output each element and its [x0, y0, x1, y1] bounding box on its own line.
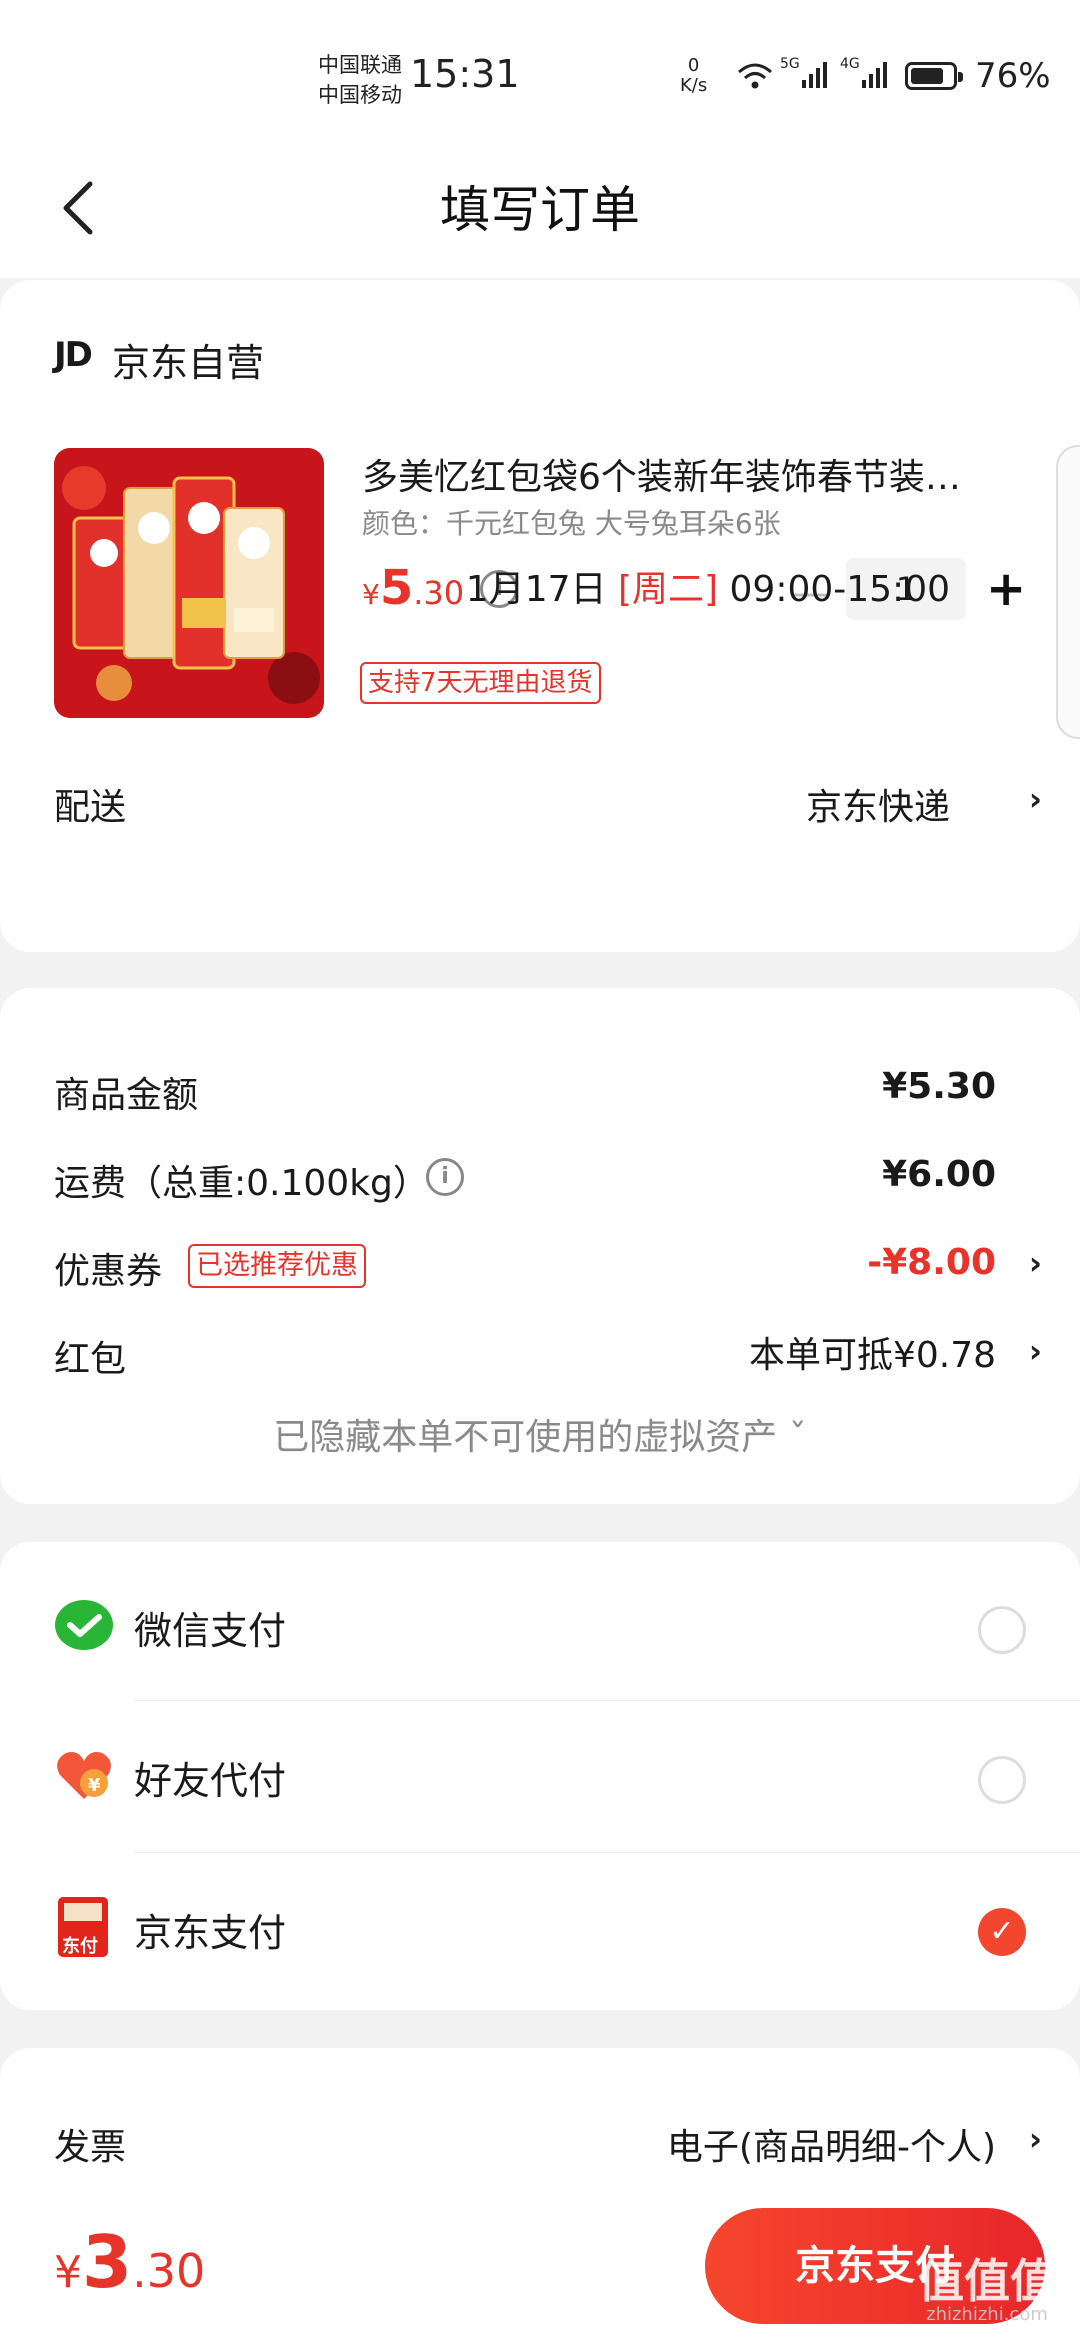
order-item-card: JD 京东自营 多美忆红包袋6个装新年装饰春节装… 颜色：千元红包兔 大号兔耳朵… — [0, 280, 1080, 952]
watermark: 值值值 zhizhizhi.com — [918, 2258, 1056, 2326]
net-speed-value: 0 — [687, 55, 700, 76]
carrier-info: 中国联通 中国移动 — [318, 50, 402, 110]
payment-option-jd[interactable]: 东付 京东支付 ✓ — [54, 1852, 1026, 2002]
side-drawer-handle[interactable] — [1056, 445, 1080, 739]
jd-logo: JD — [54, 335, 93, 375]
signal-5g-label: 5G — [780, 56, 800, 72]
net-speed-unit: K/s — [680, 75, 708, 96]
red-packet-value[interactable]: 本单可抵¥0.78 — [749, 1326, 996, 1378]
payment-label: 京东支付 — [134, 1911, 287, 1955]
invoice-value[interactable]: 电子(商品明细-个人) — [667, 2118, 996, 2170]
watermark-url: zhizhizhi.com — [926, 2304, 1048, 2325]
product-price: ¥5.30 — [362, 560, 464, 616]
page-title: 填写订单 — [440, 181, 640, 239]
clock: 15:31 — [410, 52, 520, 96]
wifi-icon — [735, 60, 775, 99]
watermark-text: 值值值 — [918, 2254, 1056, 2308]
wechat-pay-icon — [54, 1595, 114, 1655]
status-bar: 中国联通 中国移动 15:31 0 K/s 5G 4G 76% — [0, 0, 1080, 150]
quantity-increase-button[interactable]: + — [986, 558, 1026, 620]
radio-checked-icon[interactable]: ✓ — [978, 1908, 1026, 1956]
delivery-day: 1月17日 — [465, 569, 607, 610]
order-total: ¥3.30 — [54, 2220, 205, 2304]
goods-amount-value: ¥5.30 — [882, 1066, 996, 1107]
shipping-fee-label: 运费（总重:0.100kg） — [54, 1163, 429, 1204]
total-integer: 3 — [82, 2220, 133, 2304]
red-packet-chevron-icon[interactable]: › — [1029, 1332, 1042, 1370]
payment-label: 微信支付 — [134, 1609, 287, 1653]
battery-percent: 76% — [975, 56, 1051, 96]
friend-pay-icon-text: ¥ — [88, 1775, 101, 1796]
carrier-1: 中国联通 — [318, 53, 402, 77]
jd-pay-icon-text: 东付 — [62, 1936, 98, 1957]
hidden-assets-toggle[interactable]: 已隐藏本单不可使用的虚拟资产 ˇ — [0, 1408, 1080, 1460]
price-decimal: .30 — [413, 574, 465, 612]
navigation-bar: 填写订单 — [0, 150, 1080, 278]
coupon-value[interactable]: -¥8.00 — [867, 1242, 996, 1283]
price-currency: ¥ — [362, 578, 380, 611]
product-title[interactable]: 多美忆红包袋6个装新年装饰春节装… — [362, 448, 1012, 500]
product-thumbnail[interactable] — [54, 448, 324, 718]
coupon-recommended-badge: 已选推荐优惠 — [188, 1244, 366, 1288]
product-spec: 颜色：千元红包兔 大号兔耳朵6张 — [362, 507, 781, 540]
payment-option-wechat[interactable]: 微信支付 — [54, 1550, 1026, 1700]
red-packet-label: 红包 — [54, 1339, 127, 1380]
chevron-right-icon[interactable]: › — [1029, 780, 1042, 818]
invoice-label: 发票 — [54, 2127, 127, 2168]
invoice-chevron-icon[interactable]: › — [1029, 2120, 1042, 2158]
delivery-date[interactable]: 1月17日 [周二] 09:00-15:00 — [466, 560, 950, 612]
total-currency: ¥ — [54, 2247, 82, 2298]
delivery-carrier[interactable]: 京东快递 — [806, 778, 950, 830]
delivery-time-window: 09:00-15:00 — [729, 569, 950, 610]
radio-unchecked[interactable] — [978, 1606, 1026, 1654]
payment-label: 好友代付 — [134, 1759, 287, 1803]
signal-4g-label: 4G — [840, 56, 860, 72]
net-speed: 0 K/s — [680, 56, 707, 96]
carrier-2: 中国移动 — [318, 83, 402, 107]
total-decimal: .30 — [132, 2244, 206, 2298]
coupon-label: 优惠券 — [54, 1251, 163, 1292]
payment-option-friend[interactable]: ¥ 好友代付 — [54, 1700, 1026, 1850]
red-envelope-product-image — [54, 448, 324, 718]
signal-bars-icon — [800, 60, 830, 97]
shop-name[interactable]: 京东自营 — [112, 332, 264, 387]
battery-icon — [905, 62, 963, 90]
delivery-weekday: [周二] — [617, 569, 719, 610]
coupon-chevron-icon[interactable]: › — [1029, 1244, 1042, 1282]
radio-unchecked[interactable] — [978, 1756, 1026, 1804]
goods-amount-label: 商品金额 — [54, 1075, 199, 1116]
friend-pay-heart-icon — [54, 1745, 114, 1805]
signal-bars-icon-2 — [860, 60, 890, 97]
price-integer: 5 — [379, 560, 414, 616]
shipping-fee-value: ¥6.00 — [882, 1154, 996, 1195]
return-policy-badge: 支持7天无理由退货 — [360, 662, 601, 704]
shipping-info-icon[interactable]: i — [426, 1158, 464, 1196]
delivery-label: 配送 — [54, 787, 127, 828]
